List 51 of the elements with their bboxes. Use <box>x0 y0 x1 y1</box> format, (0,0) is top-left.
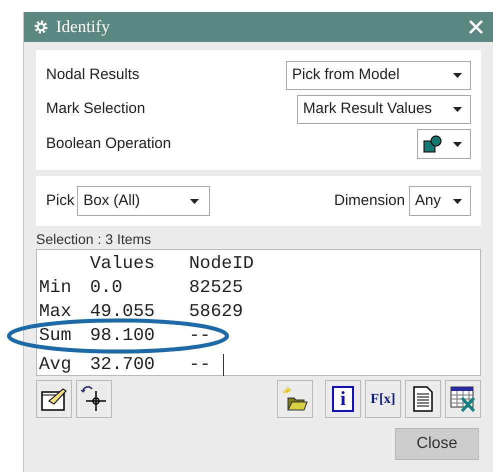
row-label: Max <box>39 301 72 324</box>
caret-icon <box>453 73 462 78</box>
close-button[interactable]: Close <box>395 428 479 460</box>
row-label: Sum <box>39 325 72 348</box>
info-button[interactable]: i <box>325 380 361 418</box>
document-button[interactable] <box>405 380 441 418</box>
value-text: 98.100 <box>90 325 156 348</box>
shapes-icon <box>423 135 443 153</box>
column-header: NodeID <box>189 253 254 276</box>
node-id-text: 58629 <box>189 301 244 324</box>
spreadsheet-icon <box>450 386 476 412</box>
text-cursor <box>222 354 224 376</box>
pick-label: Pick <box>46 190 74 211</box>
option-dropdown[interactable]: Pick from Model <box>286 61 471 90</box>
column-header: Values <box>90 253 156 276</box>
value-text: 49.055 <box>90 301 156 324</box>
close-icon[interactable] <box>469 20 483 34</box>
option-label: Mark Selection <box>46 99 146 120</box>
caret-icon <box>453 198 462 204</box>
option-label: Boolean Operation <box>46 134 172 154</box>
crosshair-icon <box>80 385 108 413</box>
selection-label: Selection : 3 Items <box>36 230 152 249</box>
value-text: 32.700 <box>90 354 156 377</box>
boolean-dropdown[interactable] <box>417 129 471 159</box>
highlight-button[interactable] <box>36 380 72 418</box>
caret-icon <box>453 142 462 146</box>
function-icon: F[x] <box>370 388 396 410</box>
info-icon: i <box>332 386 354 412</box>
folder-button[interactable] <box>277 380 313 418</box>
gear-icon <box>34 20 48 34</box>
spreadsheet-button[interactable] <box>445 380 481 418</box>
results-text-area[interactable]: Values NodeID Min 0.0 82525 Max 49.055 58629 Sum 98.100 -- Avg 32.700 -- <box>36 249 481 376</box>
row-label: Avg <box>39 354 72 377</box>
pick-dropdown[interactable]: Box (All) <box>77 186 210 216</box>
value-text: 0.0 <box>90 277 124 300</box>
row-label: Min <box>39 277 72 300</box>
option-label: Nodal Results <box>46 65 140 86</box>
function-button[interactable]: F[x] <box>365 380 401 418</box>
folder-icon <box>282 386 308 412</box>
node-id-text: 82525 <box>189 277 244 300</box>
window-brush-icon <box>41 387 67 411</box>
reset-pick-button[interactable] <box>76 380 112 418</box>
node-id-text: -- <box>189 325 211 348</box>
node-id-text: -- <box>189 354 211 377</box>
option-dropdown[interactable]: Mark Result Values <box>297 95 471 124</box>
document-icon <box>413 386 433 412</box>
caret-icon <box>190 198 200 204</box>
window-title: Identify <box>56 16 111 38</box>
dimension-label: Dimension <box>334 190 405 211</box>
caret-icon <box>453 107 462 112</box>
dimension-dropdown[interactable]: Any <box>409 186 471 216</box>
